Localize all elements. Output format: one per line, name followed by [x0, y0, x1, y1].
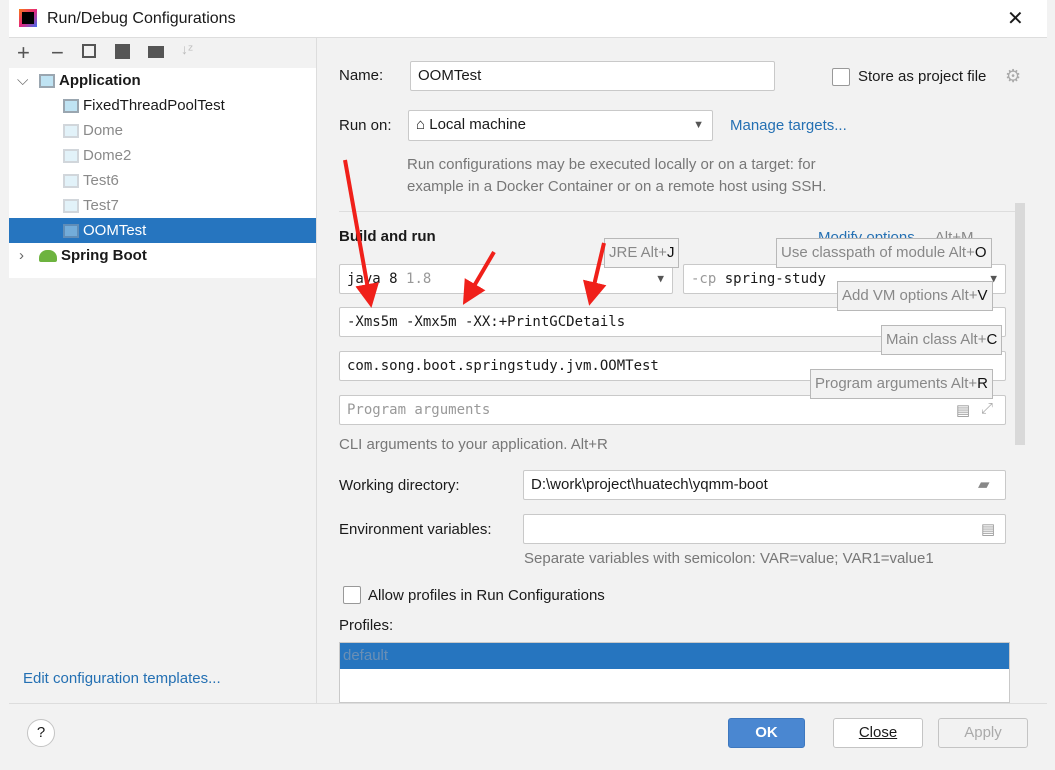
annotation-arrows [343, 159, 607, 308]
annotation-arrow [583, 242, 607, 306]
annotation-arrow [462, 250, 496, 305]
dialog-footer: ? OK Close Apply [9, 703, 1047, 765]
close-button[interactable]: Close [833, 718, 923, 748]
annotation-arrow [343, 159, 380, 308]
ok-button[interactable]: OK [728, 718, 805, 748]
apply-button[interactable]: Apply [938, 718, 1028, 748]
help-button[interactable]: ? [27, 719, 55, 747]
